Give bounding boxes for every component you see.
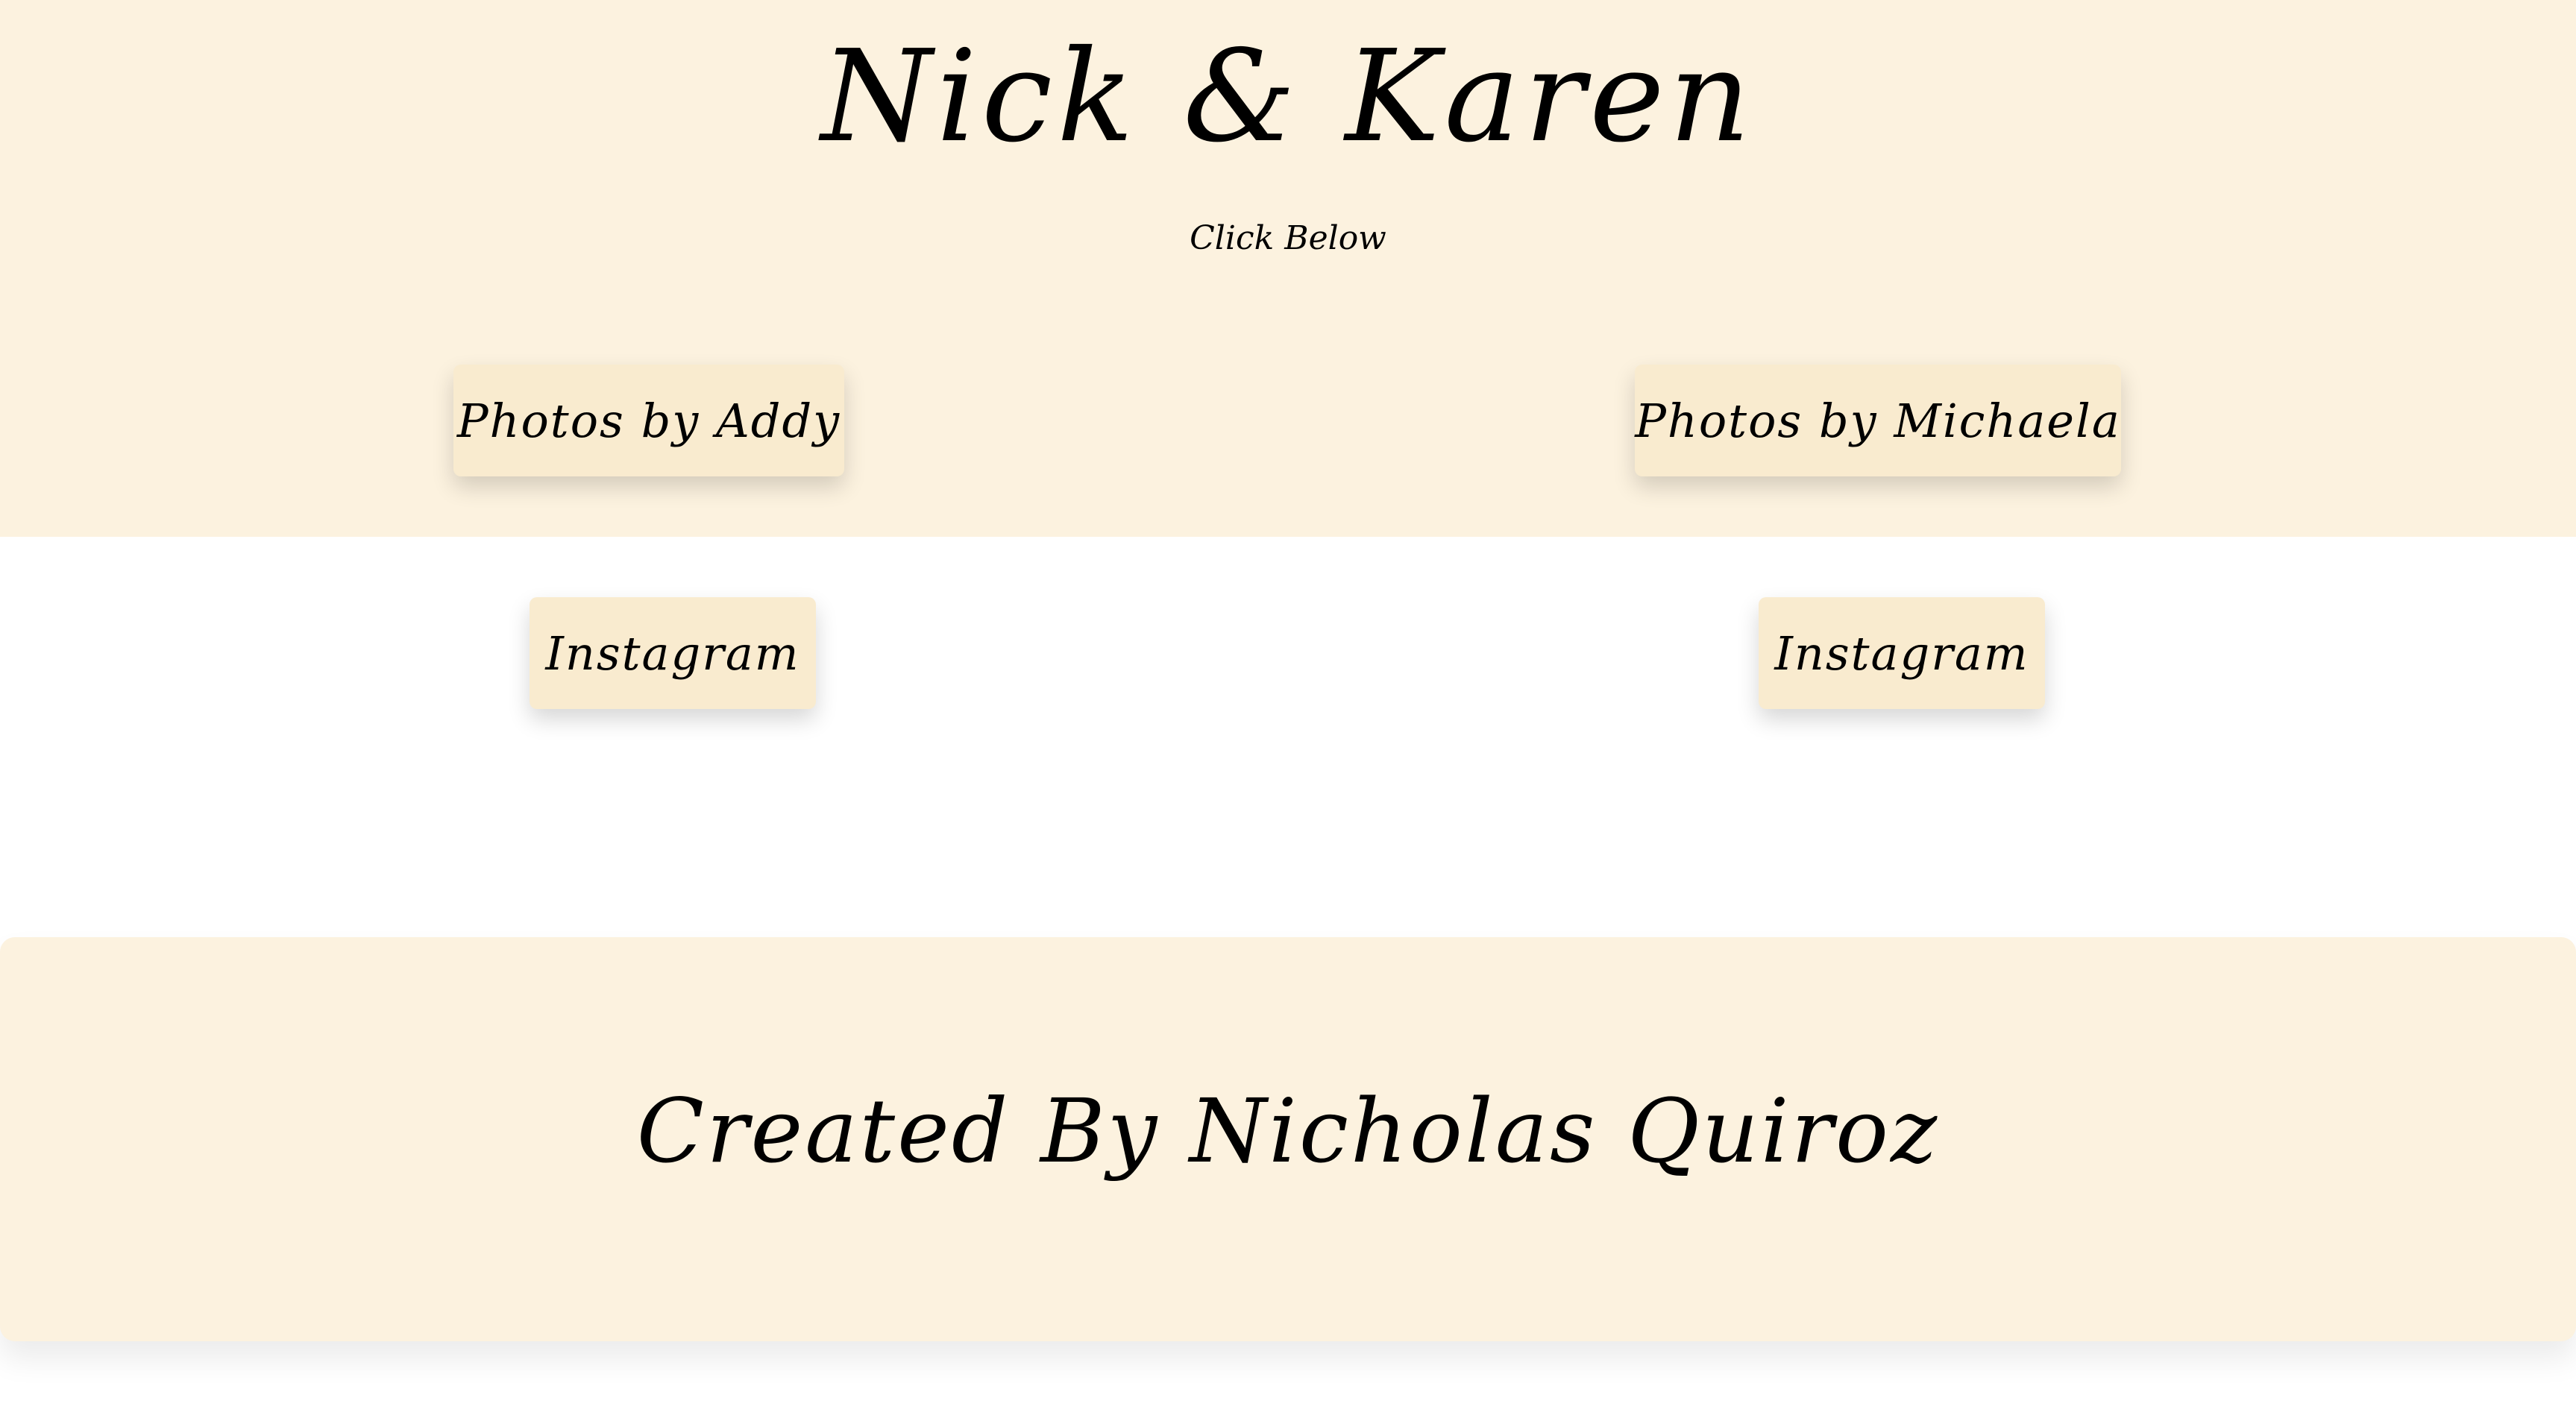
photos-by-michaela-button[interactable]: Photos by Michaela: [1635, 365, 2121, 476]
page: Nick & Karen Click Below Photos by Addy …: [0, 0, 2576, 1427]
instagram-addy-button[interactable]: Instagram: [530, 597, 816, 709]
page-subtitle: Click Below: [1190, 219, 1386, 257]
footer-credit: Created By Nicholas Quiroz: [636, 1080, 1940, 1182]
page-title: Nick & Karen: [820, 23, 1756, 171]
instagram-michaela-button[interactable]: Instagram: [1759, 597, 2045, 709]
footer: Created By Nicholas Quiroz: [0, 937, 2576, 1341]
photos-by-addy-button[interactable]: Photos by Addy: [453, 365, 844, 476]
hero-section: Nick & Karen Click Below Photos by Addy …: [0, 0, 2576, 537]
